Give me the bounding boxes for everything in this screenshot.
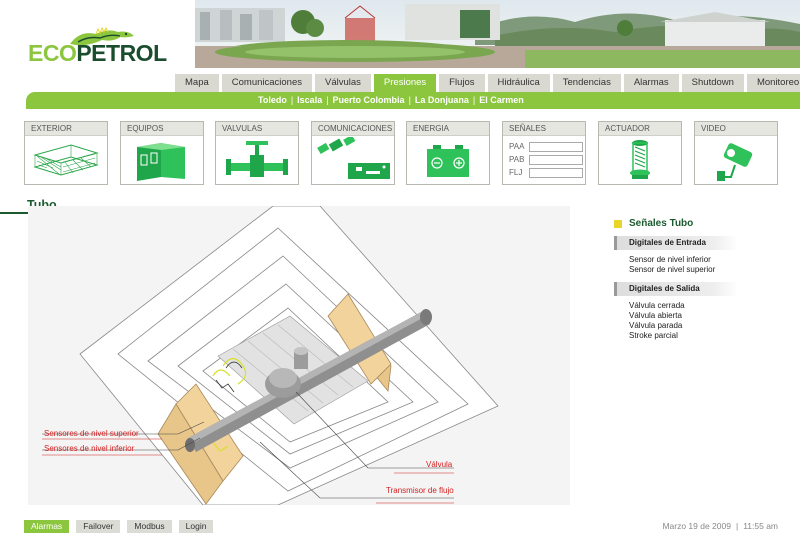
station-links: Toledo | Iscala | Puerto Colombia | La Donjuan…	[258, 95, 524, 105]
category-comunicaciones-title: COMUNICACIONES	[312, 122, 394, 136]
category-actuador-title: ACTUADOR	[599, 122, 681, 136]
callout-sensor-superior: Sensores de nivel superior	[44, 429, 139, 438]
digital-input-item: Sensor de nivel inferior	[629, 255, 711, 264]
category-exterior[interactable]: EXTERIOR	[24, 121, 108, 185]
station-link-puerto-colombia[interactable]: Puerto Colombia	[333, 95, 405, 105]
tab-comunicaciones[interactable]: Comunicaciones	[221, 74, 312, 92]
category-valvulas[interactable]: VALVULAS	[215, 121, 299, 185]
category-energia-title: ENERGIA	[407, 122, 489, 136]
tab-mapa[interactable]: Mapa	[175, 74, 219, 92]
category-energia[interactable]: ENERGIA	[406, 121, 490, 185]
digital-input-item: Sensor de nivel superior	[629, 265, 716, 274]
tab-alarmas[interactable]: Alarmas	[623, 74, 679, 92]
signals-panel-title: Señales Tubo	[629, 218, 694, 229]
ecopetrol-logo[interactable]: ECOPETROL	[28, 26, 167, 72]
tab-valvulas[interactable]: Válvulas	[315, 74, 371, 92]
tab-flujos[interactable]: Flujos	[439, 74, 485, 92]
signal-label: PAA	[509, 142, 525, 151]
camera-icon	[717, 143, 753, 181]
cabinet-icon	[137, 143, 185, 181]
tubo-diagram	[28, 206, 570, 505]
signal-pab-field[interactable]	[529, 155, 583, 165]
category-senales: SEÑALES PAA PAB FLJ	[502, 121, 586, 185]
category-senales-title: SEÑALES	[503, 122, 585, 136]
category-equipos-title: EQUIPOS	[121, 122, 203, 136]
callout-transmisor: Transmisor de flujo	[386, 486, 454, 495]
yellow-square-icon	[614, 220, 622, 228]
valve-icon	[226, 141, 288, 177]
actuator-icon	[630, 140, 650, 179]
digital-output-item: Válvula parada	[629, 321, 683, 330]
category-video-title: VIDEO	[695, 122, 777, 136]
category-video[interactable]: VIDEO	[694, 121, 778, 185]
footer-toolbar: Alarmas Failover Modbus Login	[24, 520, 214, 533]
tab-presiones[interactable]: Presiones	[373, 74, 437, 92]
category-exterior-title: EXTERIOR	[25, 122, 107, 136]
category-comunicaciones[interactable]: COMUNICACIONES	[311, 121, 395, 185]
callout-valvula: Válvula	[426, 460, 453, 469]
tab-shutdown[interactable]: Shutdown	[681, 74, 744, 92]
failover-button[interactable]: Failover	[76, 520, 121, 533]
digital-inputs-header: Digitales de Entrada	[614, 236, 738, 250]
station-link-iscala[interactable]: Iscala	[297, 95, 322, 105]
modbus-button[interactable]: Modbus	[127, 520, 172, 533]
category-actuador[interactable]: ACTUADOR	[598, 121, 682, 185]
station-link-el-carmen[interactable]: El Carmen	[479, 95, 524, 105]
logo-petrol-text: PETROL	[76, 40, 167, 66]
tab-monitoreo[interactable]: Monitoreo	[746, 74, 800, 92]
footer-datetime: Marzo 19 de 2009 | 11:55 am	[662, 521, 778, 531]
digital-output-item: Válvula abierta	[629, 311, 682, 320]
tab-tendencias[interactable]: Tendencias	[552, 74, 621, 92]
signal-label: FLJ	[509, 168, 523, 177]
category-valvulas-title: VALVULAS	[216, 122, 298, 136]
signal-paa-field[interactable]	[529, 142, 583, 152]
footer-time: 11:55 am	[743, 521, 778, 531]
signal-label: PAB	[509, 155, 525, 164]
satellite-radio-icon	[317, 137, 390, 179]
category-equipos[interactable]: EQUIPOS	[120, 121, 204, 185]
alarmas-button[interactable]: Alarmas	[24, 520, 70, 533]
tab-hidraulica[interactable]: Hidráulica	[487, 74, 550, 92]
digital-outputs-header: Digitales de Salida	[614, 282, 738, 296]
digital-output-item: Válvula cerrada	[629, 301, 685, 310]
logo-eco-text: ECO	[28, 40, 77, 66]
station-link-toledo[interactable]: Toledo	[258, 95, 287, 105]
battery-icon	[427, 145, 469, 177]
digital-output-item: Stroke parcial	[629, 331, 678, 340]
login-button[interactable]: Login	[178, 520, 214, 533]
footer-date: Marzo 19 de 2009	[662, 521, 731, 531]
station-link-la-donjuana[interactable]: La Donjuana	[415, 95, 469, 105]
fence-icon	[33, 144, 99, 176]
callout-sensor-inferior: Sensores de nivel inferior	[44, 444, 135, 453]
signal-flj-field[interactable]	[529, 168, 583, 178]
header: ECOPETROL Mapa Comunicaciones Válvulas P…	[0, 0, 800, 110]
facility-photo-banner	[195, 0, 800, 68]
main-nav-tabs: Mapa Comunicaciones Válvulas Presiones F…	[175, 74, 800, 92]
